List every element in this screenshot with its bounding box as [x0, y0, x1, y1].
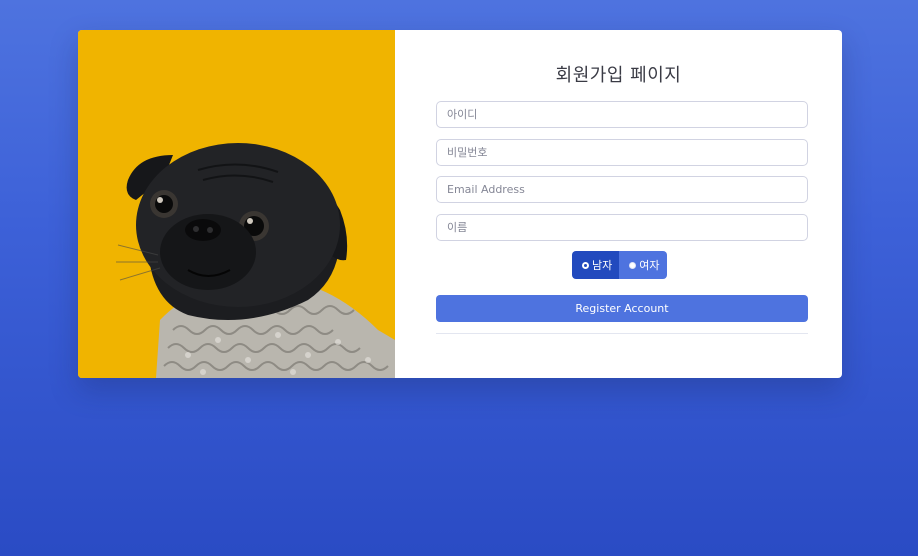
- page-title: 회원가입 페이지: [555, 65, 682, 86]
- gender-option-male[interactable]: 남자: [572, 251, 620, 279]
- name-field[interactable]: [436, 214, 808, 241]
- register-card: 회원가입 페이지 남자 여자 Register Account: [78, 30, 842, 378]
- register-account-button[interactable]: Register Account: [436, 295, 808, 322]
- pug-photo: [78, 30, 395, 378]
- gender-option-female[interactable]: 여자: [619, 251, 667, 279]
- password-field[interactable]: [436, 139, 808, 166]
- gender-radio-group: 남자 여자: [572, 251, 667, 279]
- pug-illustration: [78, 30, 395, 378]
- id-field[interactable]: [436, 101, 808, 128]
- divider: [436, 333, 808, 334]
- gender-option-label: 남자: [592, 259, 613, 272]
- radio-unchecked-icon: [629, 261, 637, 269]
- email-field[interactable]: [436, 176, 808, 203]
- radio-checked-icon: [582, 261, 589, 269]
- register-form: 회원가입 페이지 남자 여자 Register Account: [395, 30, 842, 378]
- gender-option-label: 여자: [639, 259, 660, 272]
